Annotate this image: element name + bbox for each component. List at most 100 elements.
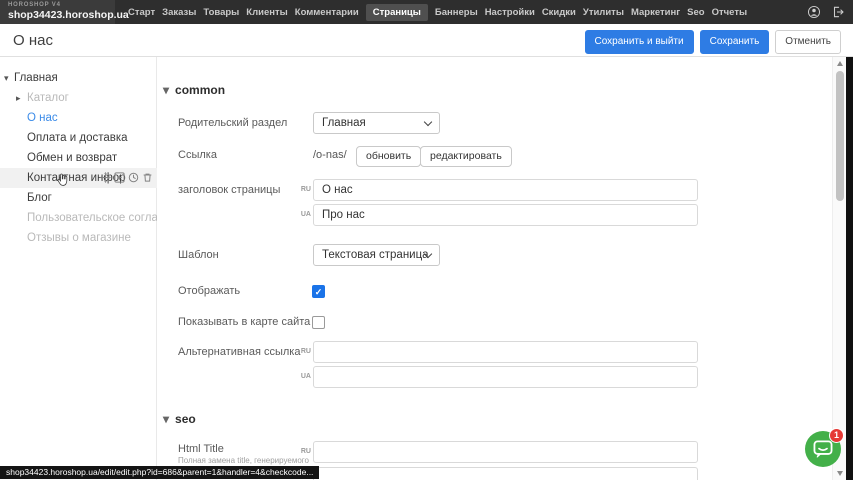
field-html-title-ru: Html Title Полная замена title, генериру… [157,441,846,463]
chevron-down-icon [424,118,432,126]
nav-item-discounts[interactable]: Скидки [542,7,576,18]
link-status-bar: shop34423.horoshop.ua/edit/edit.php?id=6… [0,466,319,479]
parent-section-select[interactable]: Главная [313,112,440,134]
lang-ru-badge: RU [297,348,311,355]
nav-item-reports[interactable]: Отчеты [712,7,747,18]
tree-item-label: Обмен и возврат [27,148,117,168]
tree-item-label: Отзывы о магазине [27,228,131,248]
nav-item-settings[interactable]: Настройки [485,7,535,18]
tree-item-catalog[interactable]: ▸ Каталог [0,88,157,108]
section-collapse-icon[interactable]: ▾ [163,412,169,426]
field-display: Отображать ✓ [157,284,846,304]
lang-ua-badge: UA [297,211,311,218]
section-seo-title: seo [175,412,196,426]
field-page-title-ru: заголовок страницы RU [157,179,846,201]
topbar-right-icons [807,0,845,24]
field-label: заголовок страницы [178,184,280,196]
nav-item-products[interactable]: Товары [203,7,239,18]
app-window: HOROSHOP V4 shop34423.horoshop.ua Старт … [0,0,853,480]
tree-item-user-agreement[interactable]: Пользовательское соглашение [0,208,157,228]
section-collapse-icon[interactable]: ▾ [163,83,169,97]
field-page-title-ua: UA [157,204,846,226]
pages-tree-sidebar: ▾ Главная ▸ Каталог О нас Оплата и доста… [0,57,157,480]
nav-item-utilities[interactable]: Утилиты [583,7,624,18]
sitemap-checkbox[interactable] [312,316,325,329]
tree-item-actions [100,172,153,183]
template-select[interactable]: Текстовая страница [313,244,440,266]
select-value: Главная [322,117,366,129]
nav-item-orders[interactable]: Заказы [162,7,196,18]
link-edit-button[interactable]: редактировать [420,146,512,167]
field-label: Html Title [178,443,224,455]
nav-item-banners[interactable]: Баннеры [435,7,478,18]
caret-right-icon[interactable]: ▸ [16,88,21,108]
field-link: Ссылка /o-nas/ обновить редактировать [157,146,846,168]
tree-item-label: Оплата и доставка [27,128,128,148]
page-edit-form: ▾common Родительский раздел Главная Ссыл… [157,57,846,480]
field-label: Альтернативная ссылка [178,346,300,358]
page-title: О нас [13,32,53,49]
tree-item-blog[interactable]: Блог [0,188,157,208]
vertical-scrollbar [832,57,846,480]
logout-icon[interactable] [831,5,845,19]
nav-item-marketing[interactable]: Маркетинг [631,7,680,18]
scrollbar-thumb[interactable] [836,71,844,201]
html-title-ua-input[interactable] [313,467,698,480]
field-note: Полная замена title, генерируемого [178,456,309,465]
screen-edge-strip [846,57,853,480]
nav-item-pages[interactable]: Страницы [366,4,428,21]
section-seo[interactable]: ▾ seo [163,410,846,428]
tree-item-label: Блог [27,188,52,208]
nav-item-seo[interactable]: Seo [687,7,704,18]
page-title-ua-input[interactable] [313,204,698,226]
tree-item-label: Каталог [27,88,69,108]
move-icon[interactable] [100,172,111,183]
link-value: /o-nas/ [313,149,347,161]
alt-link-ua-input[interactable] [313,366,698,388]
tree-item-home[interactable]: ▾ Главная [0,68,157,88]
nav-item-comments[interactable]: Комментарии [295,7,359,18]
link-update-button[interactable]: обновить [356,146,421,167]
alt-link-ru-input[interactable] [313,341,698,363]
schedule-icon[interactable] [128,172,139,183]
top-nav-bar: HOROSHOP V4 shop34423.horoshop.ua Старт … [0,0,853,24]
add-page-icon[interactable] [114,172,125,183]
nav-item-start[interactable]: Старт [128,7,155,18]
field-alt-link-ua: UA [157,366,846,388]
tree-item-label: Главная [14,68,58,88]
lang-ua-badge: UA [297,373,311,380]
tree-item-contact-info[interactable]: Контактная инфор [0,168,157,188]
chat-unread-badge: 1 [829,428,844,443]
nav-item-clients[interactable]: Клиенты [246,7,287,18]
lang-ru-badge: RU [297,448,311,455]
save-button[interactable]: Сохранить [700,30,770,54]
save-and-exit-button[interactable]: Сохранить и выйти [585,30,694,54]
field-template: Шаблон Текстовая страница [157,244,846,266]
page-header: О нас Сохранить и выйти Сохранить Отмени… [0,24,853,57]
tree-item-store-reviews[interactable]: Отзывы о магазине [0,228,157,248]
lang-ru-badge: RU [297,186,311,193]
field-label: Отображать [178,285,240,297]
header-buttons: Сохранить и выйти Сохранить Отменить [585,30,842,54]
tree-item-payment-delivery[interactable]: Оплата и доставка [0,128,157,148]
content-area: ▾ Главная ▸ Каталог О нас Оплата и доста… [0,57,846,480]
support-chat-button[interactable]: 1 [805,431,841,467]
display-checkbox[interactable]: ✓ [312,285,325,298]
scroll-up-icon[interactable] [837,61,843,66]
brand-version-label: HOROSHOP V4 [8,2,107,9]
field-label: Ссылка [178,149,217,161]
brand-logo[interactable]: HOROSHOP V4 shop34423.horoshop.ua [0,0,115,24]
html-title-ru-input[interactable] [313,441,698,463]
delete-icon[interactable] [142,172,153,183]
field-parent-section: Родительский раздел Главная [157,112,846,134]
tree-item-exchange-return[interactable]: Обмен и возврат [0,148,157,168]
cancel-button[interactable]: Отменить [775,30,841,54]
caret-down-icon[interactable]: ▾ [4,68,9,88]
tree-item-about-us[interactable]: О нас [0,108,157,128]
scroll-down-icon[interactable] [837,471,843,476]
page-title-ru-input[interactable] [313,179,698,201]
user-account-icon[interactable] [807,5,821,19]
field-label: Показывать в карте сайта [178,316,310,328]
section-common[interactable]: ▾common [163,81,846,99]
tree-item-label: О нас [27,108,58,128]
